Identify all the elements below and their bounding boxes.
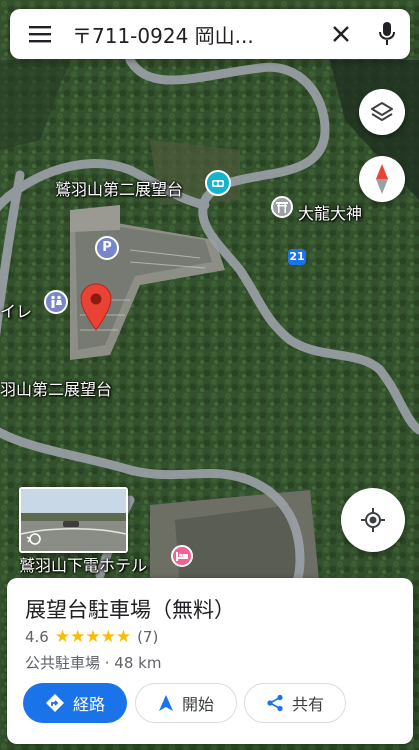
start-button[interactable]: 開始 xyxy=(135,683,237,723)
route-shield: 21 xyxy=(289,250,305,263)
rating-stars: ★★★★★ xyxy=(54,627,132,647)
start-label: 開始 xyxy=(181,695,214,714)
share-icon xyxy=(267,694,283,712)
layers-icon[interactable] xyxy=(359,89,405,135)
navigation-arrow-icon xyxy=(158,695,173,711)
my-location-icon[interactable] xyxy=(341,488,405,552)
rating-row[interactable]: 4.6 ★★★★★ (7) xyxy=(25,627,158,647)
map-label-viewpoint-2[interactable]: 羽山第二展望台 xyxy=(0,376,112,400)
viewpoint-marker-icon[interactable] xyxy=(205,170,231,196)
map-label-viewpoint[interactable]: 鷲羽山第二展望台 xyxy=(55,176,183,200)
place-card[interactable]: 展望台駐車場（無料） 4.6 ★★★★★ (7) 公共駐車場 · 48 km 経… xyxy=(7,578,413,744)
search-bar[interactable]: 〒711-0924 岡山... xyxy=(10,9,410,59)
search-input[interactable]: 〒711-0924 岡山... xyxy=(72,20,318,49)
selected-place-pin-icon[interactable] xyxy=(79,283,113,335)
shrine-icon[interactable] xyxy=(271,196,293,218)
map-label-shrine[interactable]: 大龍大神 xyxy=(298,200,362,224)
directions-button[interactable]: 経路 xyxy=(23,683,127,723)
map-label-hotel[interactable]: 鷲羽山下電ホテル xyxy=(19,552,147,576)
share-label: 共有 xyxy=(291,695,324,714)
hotel-icon[interactable] xyxy=(171,545,193,567)
review-count[interactable]: (7) xyxy=(137,628,158,646)
directions-label: 経路 xyxy=(72,695,105,714)
compass-icon[interactable] xyxy=(359,156,405,202)
rating-value: 4.6 xyxy=(25,628,49,646)
directions-icon xyxy=(45,694,64,712)
close-icon[interactable] xyxy=(318,9,364,59)
menu-icon[interactable] xyxy=(10,9,72,59)
share-button[interactable]: 共有 xyxy=(244,683,346,723)
place-category-distance: 公共駐車場 · 48 km xyxy=(25,654,162,672)
street-view-thumbnail[interactable] xyxy=(19,487,128,553)
place-title: 展望台駐車場（無料） xyxy=(25,598,235,622)
parking-icon[interactable]: P xyxy=(95,236,119,260)
map-label-toilet[interactable]: イレ xyxy=(0,298,32,322)
restroom-icon[interactable] xyxy=(44,290,68,314)
microphone-icon[interactable] xyxy=(364,9,410,59)
